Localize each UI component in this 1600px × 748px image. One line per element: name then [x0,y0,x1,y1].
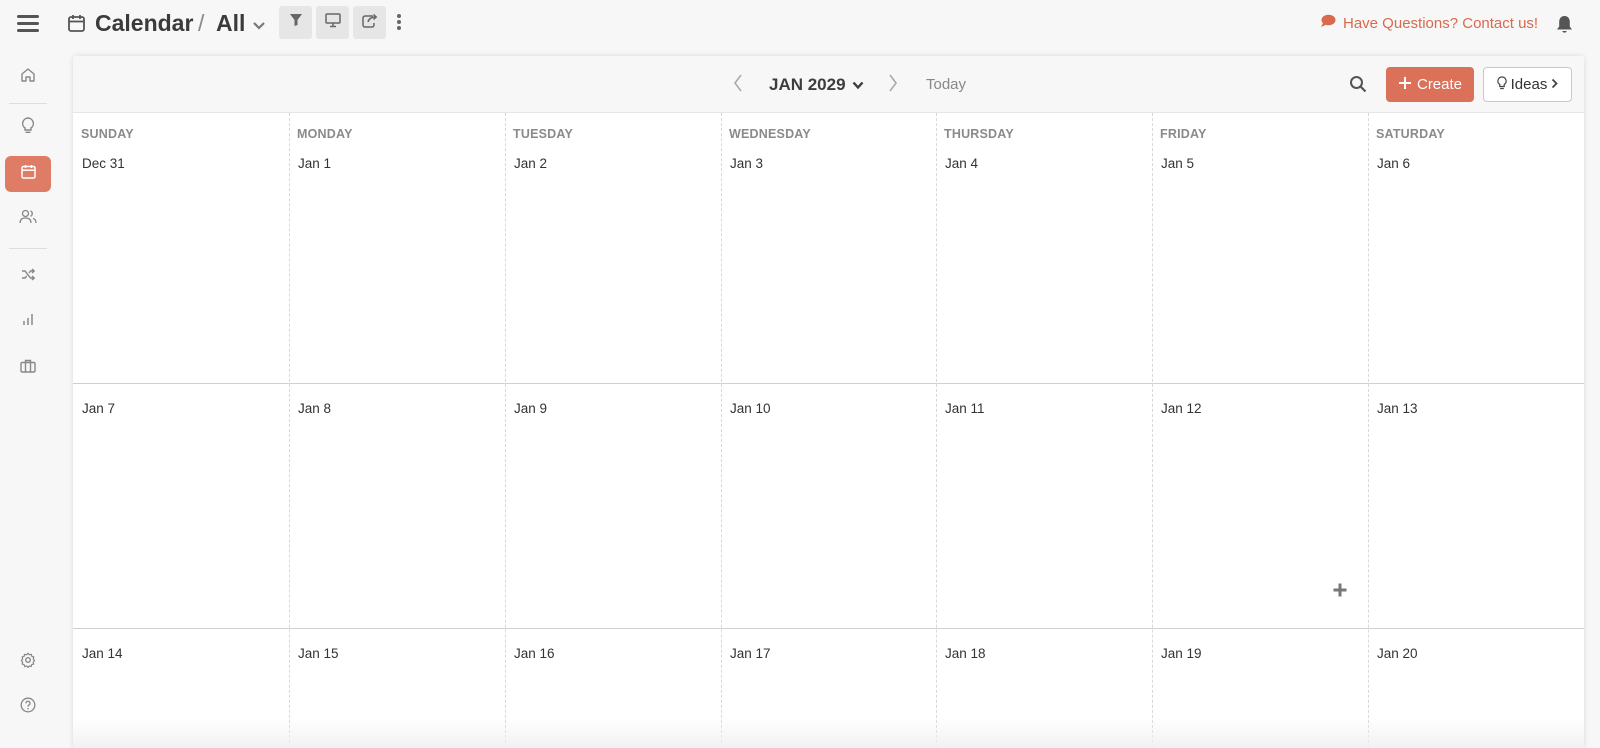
day-cell[interactable]: Jan 7 [73,383,289,628]
top-bar: Calendar / All Have Questions? Contact u… [0,0,1600,48]
help-icon [20,697,36,718]
day-cell[interactable]: Jan 5 [1152,113,1368,383]
sidebar-item-ideas[interactable] [5,110,51,146]
chevron-right-icon [1551,76,1559,93]
hamburger-menu-icon[interactable] [17,15,39,32]
sidebar-item-calendar[interactable] [5,156,51,192]
day-number: Jan 14 [82,646,123,661]
day-cell[interactable]: Jan 4 [936,113,1152,383]
users-icon [19,209,37,229]
lightbulb-icon [1496,75,1507,94]
more-options-icon[interactable] [396,14,402,32]
day-number: Jan 12 [1161,401,1202,416]
chevron-down-icon[interactable] [252,18,266,36]
sidebar-item-help[interactable] [5,689,51,725]
day-number: Jan 13 [1377,401,1418,416]
day-cell[interactable]: Jan 14 [73,628,289,748]
search-icon[interactable] [1349,75,1367,98]
day-number: Jan 20 [1377,646,1418,661]
chevron-down-icon [852,75,864,95]
day-cell[interactable]: Jan 9 [505,383,721,628]
day-number: Jan 18 [945,646,986,661]
calendar-grid: SUNDAY MONDAY TUESDAY WEDNESDAY THURSDAY FRID… [73,113,1584,748]
sidebar-divider [9,103,47,104]
calendar-icon [68,14,85,37]
sidebar-item-analytics[interactable] [5,304,51,340]
create-label: Create [1416,76,1463,93]
day-number: Jan 8 [298,401,332,416]
calendar-header: JAN 2029 Today Create Ideas [73,56,1584,113]
day-cell[interactable]: Jan 16 [505,628,721,748]
bar-chart-icon [22,313,34,331]
filter-icon [289,13,303,32]
sidebar-item-workflows[interactable] [5,259,51,295]
calendar-icon [20,164,36,184]
bell-icon[interactable] [1556,15,1573,39]
sidebar [0,48,56,748]
day-number: Jan 16 [514,646,555,661]
day-cell[interactable]: Jan 1 [289,113,505,383]
day-cell[interactable]: Jan 2 [505,113,721,383]
sidebar-item-settings[interactable] [5,644,51,680]
create-button[interactable]: Create [1386,67,1474,102]
add-event-icon[interactable] [1333,583,1347,602]
page-title: Calendar [95,10,194,36]
sidebar-item-team[interactable] [5,201,51,237]
home-icon [20,67,36,88]
share-button[interactable] [353,6,386,39]
lightbulb-icon [21,117,35,139]
day-number: Jan 4 [945,156,979,171]
day-cell[interactable]: Jan 13 [1368,383,1584,628]
briefcase-icon [20,359,36,378]
day-number: Jan 5 [1161,156,1195,171]
day-number: Jan 15 [298,646,339,661]
chevron-left-icon[interactable] [733,74,743,97]
day-cell[interactable]: Jan 19 [1152,628,1368,748]
day-cell[interactable]: Jan 8 [289,383,505,628]
day-cell[interactable]: Jan 17 [721,628,937,748]
day-number: Jan 7 [82,401,116,416]
day-number: Jan 9 [514,401,548,416]
day-number: Jan 3 [730,156,764,171]
day-number: Jan 6 [1377,156,1411,171]
day-cell[interactable]: Jan 6 [1368,113,1584,383]
day-number: Jan 19 [1161,646,1202,661]
present-button[interactable] [316,6,349,39]
day-cell[interactable]: Jan 10 [721,383,937,628]
day-cell[interactable]: Jan 3 [721,113,937,383]
gear-icon [20,652,36,673]
day-cell[interactable]: Jan 18 [936,628,1152,748]
ideas-button[interactable]: Ideas [1483,67,1572,102]
day-cell[interactable]: Dec 31 [73,113,289,383]
sidebar-item-assets[interactable] [5,350,51,386]
month-label: JAN 2029 [769,75,846,94]
breadcrumb-separator: / [198,10,205,36]
ideas-label: Ideas [1510,76,1548,93]
day-number: Jan 17 [730,646,771,661]
chevron-right-icon[interactable] [888,74,898,97]
day-cell[interactable]: Jan 15 [289,628,505,748]
sidebar-item-home[interactable] [5,59,51,95]
share-icon [361,13,378,33]
day-number: Jan 10 [730,401,771,416]
plus-icon [1398,76,1412,94]
today-button[interactable]: Today [926,76,966,93]
sidebar-divider [9,248,47,249]
view-selector[interactable]: All [216,10,245,37]
contact-text: Have Questions? Contact us! [1343,14,1539,32]
day-number: Jan 11 [945,401,985,416]
day-number: Dec 31 [82,156,125,171]
calendar-panel: JAN 2029 Today Create Ideas SUNDAY MONDAY… [73,56,1584,748]
day-cell[interactable]: Jan 11 [936,383,1152,628]
chat-bubble-icon [1320,14,1336,32]
filter-button[interactable] [279,6,312,39]
month-selector[interactable]: JAN 2029 [769,75,864,95]
shuffle-icon [21,268,36,286]
monitor-icon [324,12,341,33]
day-number: Jan 1 [298,156,332,171]
day-cell[interactable]: Jan 20 [1368,628,1584,748]
contact-link[interactable]: Have Questions? Contact us! [1320,14,1538,32]
day-number: Jan 2 [514,156,548,171]
